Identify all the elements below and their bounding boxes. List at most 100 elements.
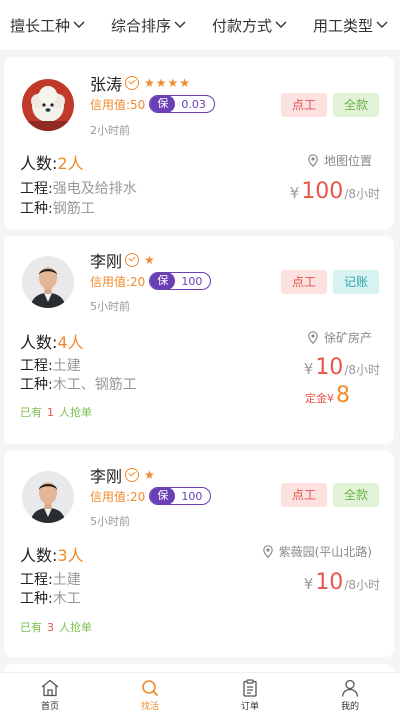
- trade-row: 工种:木工、钢筋工: [20, 374, 137, 394]
- location-text: 紫薇园(平山北路): [278, 545, 372, 559]
- credit-row: 信用值:20 保 100: [90, 487, 212, 505]
- tag-day-work: 点工: [281, 483, 327, 507]
- tab-orders[interactable]: 订单: [200, 673, 300, 718]
- price-currency: ¥: [303, 575, 314, 593]
- location[interactable]: 徐矿房产: [308, 329, 372, 346]
- rating-stars: ★★★★: [144, 76, 192, 90]
- chevron-down-icon: [376, 21, 388, 28]
- chevron-down-icon: [275, 21, 287, 28]
- trade-label: 工种:: [20, 201, 53, 217]
- credit-row: 信用值:50 保 0.03: [90, 95, 215, 113]
- guarantee-value: 100: [181, 489, 203, 503]
- search-icon: [142, 680, 158, 696]
- tab-label: 订单: [240, 702, 259, 712]
- headcount-label: 人数:: [20, 546, 58, 565]
- trade-row: 工种:钢筋工: [20, 198, 95, 218]
- headcount-value: 3人: [57, 546, 84, 565]
- headcount: 人数:4人: [20, 329, 84, 353]
- verified-icon: [125, 253, 140, 267]
- tab-find-work[interactable]: 找活: [100, 673, 200, 718]
- trade-value: 木工: [52, 591, 81, 607]
- guarantee-value: 0.03: [181, 97, 206, 111]
- price-amount: 10: [315, 355, 344, 380]
- verified-icon: [125, 468, 140, 482]
- bottom-tab-bar: 首页 找活 订单 我的: [0, 672, 400, 718]
- project-label: 工程:: [20, 572, 53, 588]
- project-row: 工程:土建: [20, 355, 81, 375]
- tag-full-payment: 全款: [333, 483, 379, 507]
- credit-row: 信用值:20 保 100: [90, 272, 212, 290]
- project-row: 工程:土建: [20, 569, 81, 589]
- price-amount: 100: [301, 179, 344, 204]
- filter-label: 擅长工种: [10, 16, 71, 35]
- chevron-down-icon: [174, 21, 186, 28]
- employer-name: 李刚: [90, 467, 123, 486]
- filter-payment[interactable]: 付款方式: [212, 15, 287, 36]
- trade-label: 工种:: [20, 377, 53, 393]
- tag-day-work: 点工: [281, 270, 327, 294]
- filter-bar: 擅长工种 综合排序 付款方式 用工类型: [0, 0, 400, 50]
- tab-home[interactable]: 首页: [0, 673, 100, 718]
- filter-employment-type[interactable]: 用工类型: [313, 15, 388, 36]
- deposit-label: 定金¥: [305, 392, 334, 405]
- tag-full-payment: 全款: [333, 93, 379, 117]
- grab-count: 已有 1 人抢单: [20, 404, 92, 420]
- employer-name: 张涛: [90, 75, 123, 94]
- price: ¥10/8小时: [304, 570, 380, 595]
- project-label: 工程:: [20, 181, 53, 197]
- tag-day-work: 点工: [281, 93, 327, 117]
- grab-suffix: 人抢单: [59, 406, 92, 419]
- price-unit: /8小时: [344, 578, 380, 592]
- grab-prefix: 已有: [20, 621, 42, 634]
- home-icon: [41, 679, 59, 697]
- rating-stars: ★: [144, 253, 156, 267]
- avatar: [22, 256, 74, 308]
- headcount-label: 人数:: [20, 333, 58, 352]
- grab-count: 已有 3 人抢单: [20, 619, 92, 635]
- trade-value: 钢筋工: [52, 201, 95, 217]
- location-pin-icon: [308, 154, 318, 167]
- guarantee-label: 保: [150, 273, 176, 289]
- headcount-label: 人数:: [20, 154, 58, 173]
- chevron-down-icon: [73, 21, 85, 28]
- guarantee-badge: 保 0.03: [149, 95, 215, 113]
- name-row: 张涛 ★★★★: [90, 71, 191, 95]
- tag-bookkeeping: 记账: [333, 270, 379, 294]
- trade-row: 工种:木工: [20, 588, 81, 608]
- filter-sort[interactable]: 综合排序: [111, 15, 186, 36]
- rating-stars: ★: [144, 468, 156, 482]
- project-row: 工程:强电及给排水: [20, 178, 137, 198]
- user-icon: [341, 679, 359, 697]
- location[interactable]: 地图位置: [308, 152, 372, 169]
- location[interactable]: 紫薇园(平山北路): [262, 543, 372, 560]
- location-text: 地图位置: [323, 154, 372, 168]
- filter-label: 综合排序: [110, 16, 171, 35]
- filter-label: 付款方式: [211, 16, 272, 35]
- tab-label: 我的: [340, 702, 359, 712]
- price-unit: /8小时: [344, 363, 380, 377]
- guarantee-badge: 保 100: [149, 272, 212, 290]
- project-label: 工程:: [20, 358, 53, 374]
- verified-icon: [125, 76, 140, 90]
- grab-suffix: 人抢单: [59, 621, 92, 634]
- filter-label: 用工类型: [312, 16, 373, 35]
- headcount-value: 2人: [57, 154, 84, 173]
- tab-profile[interactable]: 我的: [300, 673, 400, 718]
- filter-trade[interactable]: 擅长工种: [10, 15, 85, 36]
- employer-name: 李刚: [90, 252, 123, 271]
- clipboard-icon: [243, 679, 257, 697]
- deposit: 定金¥ 8: [305, 383, 350, 408]
- deposit-amount: 8: [336, 383, 350, 408]
- job-card[interactable]: 李刚 ★ 信用值:20 保 100 5小时前 点工 记账 人数:4人 工程:土建 …: [4, 236, 394, 444]
- tab-label: 首页: [40, 702, 59, 712]
- post-time: 5小时前: [90, 300, 130, 313]
- post-time: 2小时前: [90, 124, 130, 137]
- location-text: 徐矿房产: [323, 331, 372, 345]
- credit-value: 信用值:20: [90, 489, 146, 504]
- job-card[interactable]: 张涛 ★★★★ 信用值:50 保 0.03 2小时前 点工 全款 人数:2人 工程…: [4, 57, 394, 229]
- project-value: 土建: [52, 572, 81, 588]
- job-card[interactable]: 李刚 ★ 信用值:20 保 100 5小时前 点工 全款 人数:3人 工程:土建 …: [4, 451, 394, 657]
- tab-label: 找活: [140, 702, 159, 712]
- guarantee-label: 保: [150, 488, 176, 504]
- project-value: 土建: [52, 358, 81, 374]
